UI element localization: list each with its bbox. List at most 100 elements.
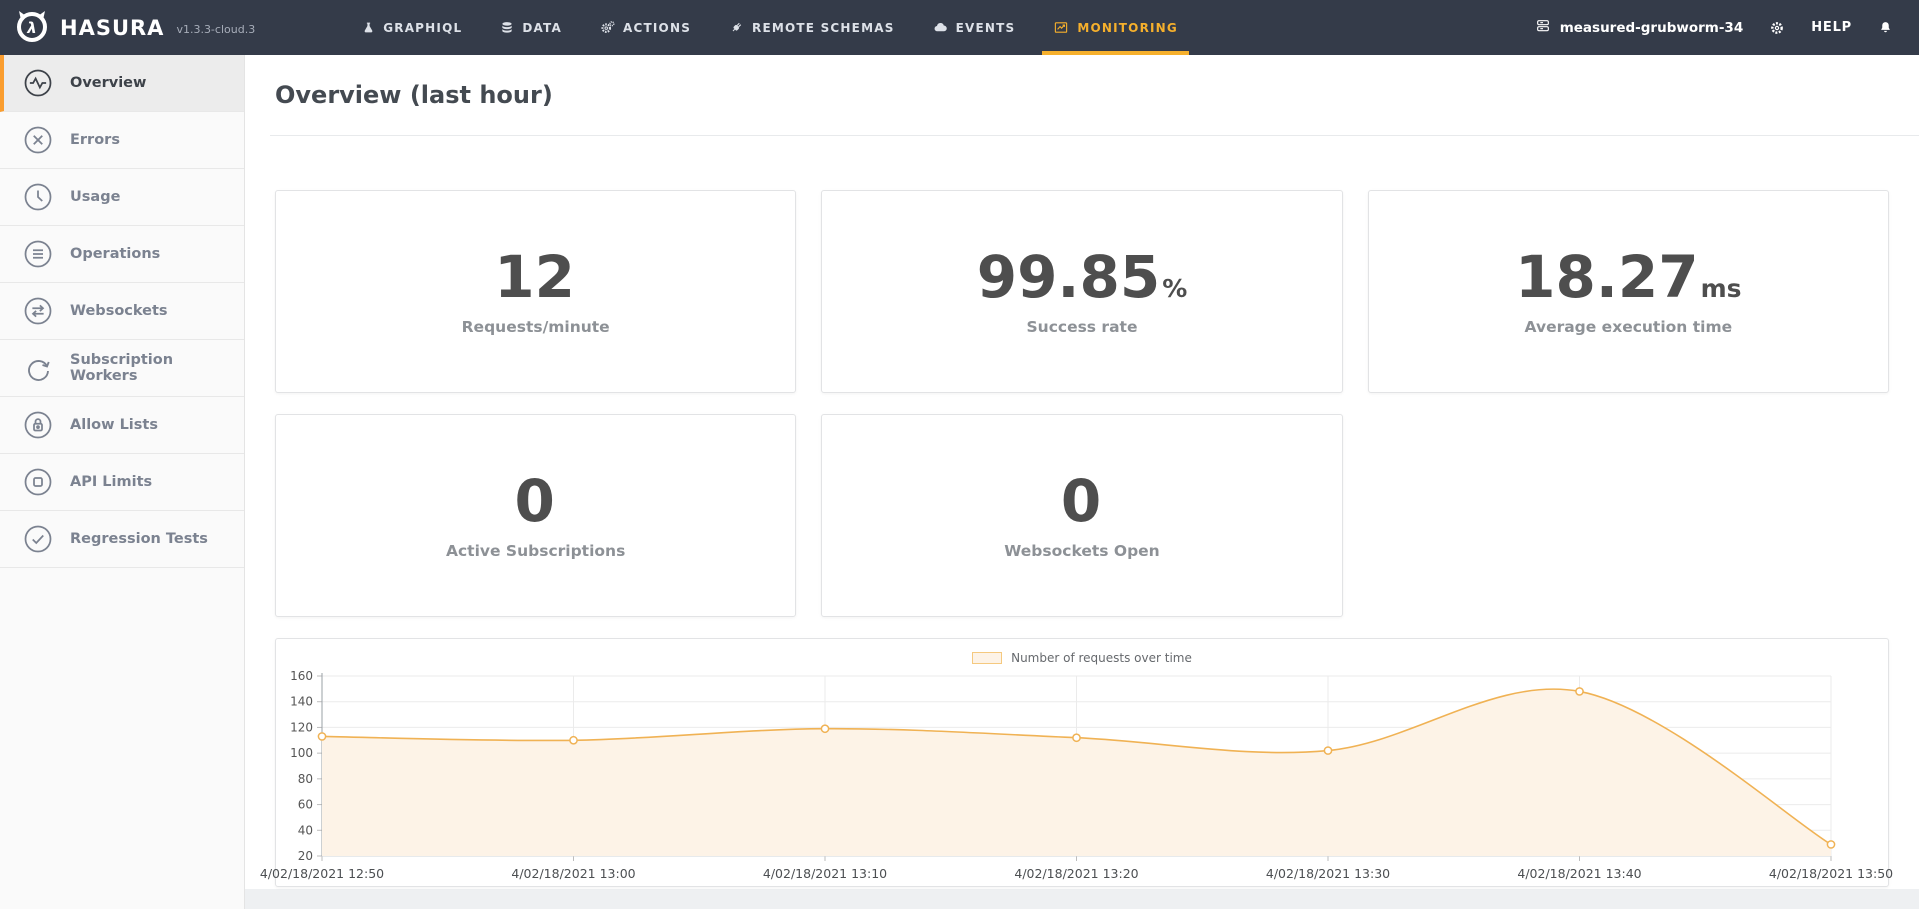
sidebar-item-api-limits[interactable]: API Limits [0, 454, 244, 511]
stat-label: Requests/minute [462, 318, 610, 336]
requests-chart-card: Number of requests over time 20 40 60 80 100… [275, 638, 1889, 887]
nav-remote-schemas[interactable]: REMOTE SCHEMAS [710, 0, 914, 55]
nav-actions[interactable]: ACTIONS [581, 0, 710, 55]
legend-label: Number of requests over time [1011, 651, 1192, 665]
svg-text:20: 20 [298, 849, 313, 863]
svg-text:4/02/18/2021 12:50: 4/02/18/2021 12:50 [260, 866, 384, 881]
header-divider [270, 135, 1919, 136]
stat-value: 99.85 [977, 248, 1160, 306]
notifications-bell-icon[interactable] [1878, 20, 1893, 36]
stat-card-websockets-open: 0 Websockets Open [821, 414, 1342, 617]
hasura-logo[interactable]: λ HASURA v1.3.3-cloud.3 [0, 0, 273, 55]
sidebar-item-overview[interactable]: Overview [0, 55, 244, 112]
chart-line-icon [1053, 20, 1069, 35]
hasura-logo-icon: λ [14, 8, 50, 48]
brand-name: HASURA [60, 16, 164, 40]
sidebar-item-label: API Limits [70, 474, 152, 490]
sidebar-item-errors[interactable]: Errors [0, 112, 244, 169]
error-circle-icon [23, 125, 53, 155]
stat-value: 0 [514, 472, 554, 530]
sidebar-item-label: Allow Lists [70, 417, 158, 433]
database-icon [500, 21, 514, 35]
sidebar-item-allow-lists[interactable]: Allow Lists [0, 397, 244, 454]
sidebar-item-subscription-workers[interactable]: Subscription Workers [0, 340, 244, 397]
stat-value: 12 [494, 248, 575, 306]
stat-label: Average execution time [1525, 318, 1733, 336]
check-circle-icon [23, 524, 53, 554]
stats-grid: 12 Requests/minute 99.85 % Success rate … [275, 190, 1889, 888]
nav-monitoring[interactable]: MONITORING [1034, 0, 1197, 55]
svg-text:4/02/18/2021 13:50: 4/02/18/2021 13:50 [1769, 866, 1893, 881]
svg-text:4/02/18/2021 13:30: 4/02/18/2021 13:30 [1266, 866, 1390, 881]
stat-card-active-subscriptions: 0 Active Subscriptions [275, 414, 796, 617]
nav-events[interactable]: EVENTS [914, 0, 1035, 55]
requests-over-time-chart[interactable]: 204060801001201401604/02/18/2021 12:504/… [276, 668, 1888, 884]
settings-gear-icon[interactable] [1769, 20, 1785, 36]
stat-label: Active Subscriptions [446, 542, 625, 560]
legend-swatch [972, 652, 1002, 664]
clock-icon [23, 182, 53, 212]
svg-text:4/02/18/2021 13:20: 4/02/18/2021 13:20 [1014, 866, 1138, 881]
sidebar-item-label: Subscription Workers [70, 352, 244, 384]
top-navigation-bar: λ HASURA v1.3.3-cloud.3 GRAPHIQL DATA AC… [0, 0, 1919, 55]
svg-text:140: 140 [290, 695, 313, 709]
stat-label: Websockets Open [1004, 542, 1159, 560]
square-circle-icon [23, 467, 53, 497]
stat-card-requests-per-minute: 12 Requests/minute [275, 190, 796, 393]
stat-card-average-execution-time: 18.27 ms Average execution time [1368, 190, 1889, 393]
svg-text:100: 100 [290, 746, 313, 760]
lock-circle-icon [23, 410, 53, 440]
sidebar-item-websockets[interactable]: Websockets [0, 283, 244, 340]
gears-icon [600, 20, 615, 35]
main-content: Overview (last hour) 12 Requests/minute … [245, 55, 1919, 909]
list-circle-icon [23, 239, 53, 269]
sidebar-item-label: Regression Tests [70, 531, 208, 547]
arrows-exchange-icon [23, 296, 53, 326]
svg-text:λ: λ [26, 19, 37, 37]
svg-text:60: 60 [298, 798, 313, 812]
nav-data[interactable]: DATA [481, 0, 581, 55]
nav-label: DATA [522, 21, 562, 35]
help-link[interactable]: HELP [1811, 20, 1852, 35]
nav-label: GRAPHIQL [383, 21, 462, 35]
nav-graphiql[interactable]: GRAPHIQL [343, 0, 481, 55]
flask-icon [362, 21, 375, 35]
sidebar-item-label: Operations [70, 246, 160, 262]
nav-label: MONITORING [1077, 21, 1178, 35]
activity-icon [23, 68, 53, 98]
plug-icon [729, 20, 744, 35]
topbar-right: measured-grubworm-34 HELP [1535, 18, 1919, 38]
sidebar-item-label: Usage [70, 189, 120, 205]
loop-icon [23, 353, 53, 383]
sidebar-item-operations[interactable]: Operations [0, 226, 244, 283]
sidebar-item-label: Errors [70, 132, 120, 148]
stat-value: 0 [1061, 472, 1101, 530]
sidebar-item-regression-tests[interactable]: Regression Tests [0, 511, 244, 568]
sidebar-item-usage[interactable]: Usage [0, 169, 244, 226]
version-label: v1.3.3-cloud.3 [176, 23, 255, 36]
stat-label: Success rate [1027, 318, 1138, 336]
active-tab-underline [1042, 51, 1189, 55]
stat-value: 18.27 [1515, 248, 1698, 306]
svg-text:4/02/18/2021 13:40: 4/02/18/2021 13:40 [1517, 866, 1641, 881]
nav-label: ACTIONS [623, 21, 691, 35]
sidebar-item-label: Overview [70, 75, 146, 91]
svg-text:120: 120 [290, 720, 313, 734]
chart-legend[interactable]: Number of requests over time [276, 648, 1888, 668]
page-title: Overview (last hour) [275, 81, 1889, 109]
nav-label: REMOTE SCHEMAS [752, 21, 895, 35]
stat-unit: % [1162, 274, 1187, 303]
server-icon [1535, 18, 1551, 38]
svg-text:80: 80 [298, 772, 313, 786]
stat-unit: ms [1701, 274, 1742, 303]
svg-text:4/02/18/2021 13:00: 4/02/18/2021 13:00 [511, 866, 635, 881]
svg-text:160: 160 [290, 669, 313, 683]
project-selector[interactable]: measured-grubworm-34 [1535, 18, 1744, 38]
svg-text:4/02/18/2021 13:10: 4/02/18/2021 13:10 [763, 866, 887, 881]
svg-text:40: 40 [298, 823, 313, 837]
sidebar-item-label: Websockets [70, 303, 168, 319]
nav-label: EVENTS [956, 21, 1016, 35]
project-name: measured-grubworm-34 [1560, 20, 1744, 36]
stat-card-success-rate: 99.85 % Success rate [821, 190, 1342, 393]
monitoring-sidebar: Overview Errors Usage Operations Websock… [0, 55, 245, 909]
